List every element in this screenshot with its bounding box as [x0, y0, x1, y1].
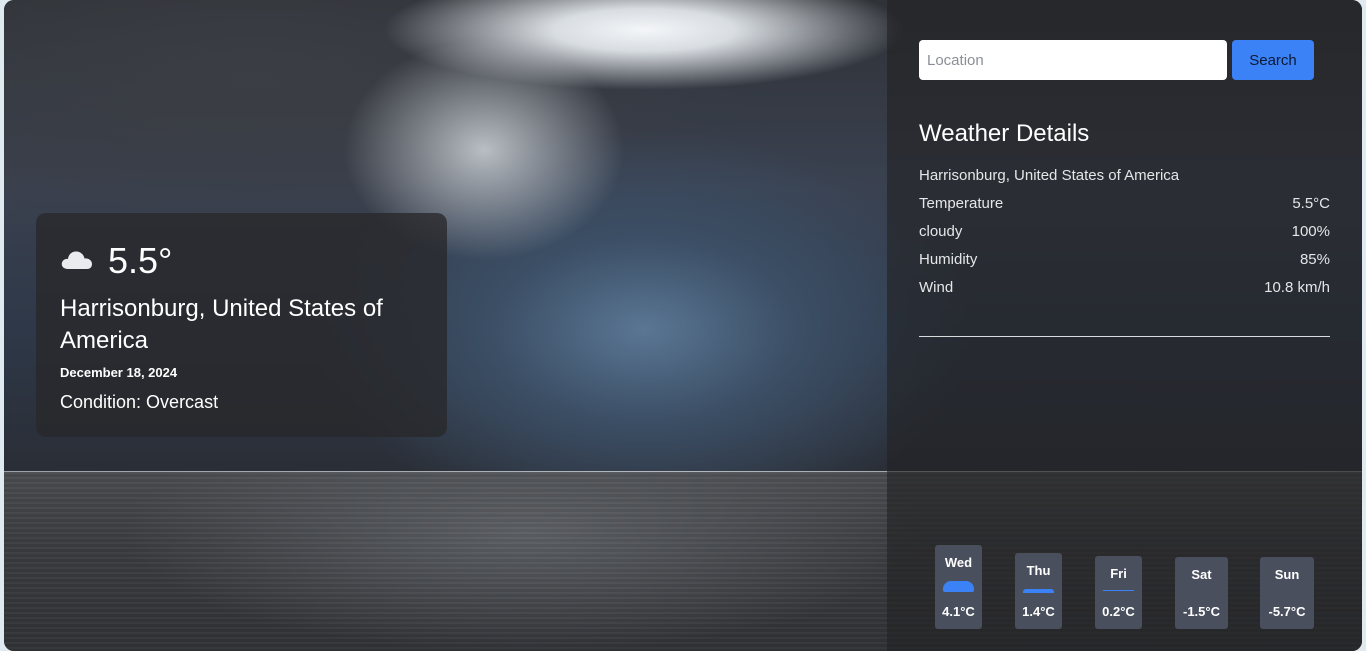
current-condition: Condition: Overcast [60, 392, 219, 412]
details-location: Harrisonburg, United States of America [919, 167, 1180, 184]
detail-label: Temperature [919, 195, 1004, 212]
details-panel: Search Weather Details Harrisonburg, Uni… [887, 0, 1362, 651]
detail-value: 85% [1299, 251, 1330, 268]
detail-row-wind: Wind 10.8 km/h [919, 279, 1330, 296]
forecast-card-sun[interactable]: Sun -5.7°C [1260, 557, 1314, 629]
current-temperature: 5.5° [108, 240, 173, 281]
detail-row-humidity: Humidity 85% [919, 251, 1330, 268]
forecast-temp-bar [1023, 589, 1054, 593]
forecast-temp: -5.7°C [1268, 604, 1306, 619]
detail-row-cloudy: cloudy 100% [919, 223, 1330, 240]
location-search-input[interactable] [919, 40, 1227, 80]
forecast-temp: 1.4°C [1022, 604, 1055, 619]
details-title: Weather Details [919, 120, 1090, 147]
detail-label: Humidity [919, 251, 978, 268]
forecast-temp: -1.5°C [1183, 604, 1220, 619]
forecast-day: Wed [944, 555, 973, 570]
current-date: December 18, 2024 [60, 365, 178, 380]
forecast-day: Sat [1191, 567, 1212, 582]
forecast-temp: 0.2°C [1102, 604, 1135, 619]
forecast-temp-bar [1103, 590, 1134, 591]
forecast-day: Thu [1026, 563, 1051, 578]
cloud-icon [61, 251, 92, 269]
current-weather-card: 5.5° Harrisonburg, United States of Amer… [36, 213, 447, 437]
forecast-card-thu[interactable]: Thu 1.4°C [1015, 553, 1062, 629]
forecast-day: Sun [1274, 567, 1300, 582]
forecast-card-wed[interactable]: Wed 4.1°C [935, 545, 982, 629]
forecast-temp-bar [943, 581, 974, 592]
search-bar: Search [919, 40, 1314, 80]
temperature-row: 5.5° [60, 237, 423, 285]
forecast-temp: 4.1°C [942, 604, 975, 619]
detail-label: Wind [919, 279, 954, 296]
detail-value: 100% [1291, 223, 1330, 240]
forecast-card-fri[interactable]: Fri 0.2°C [1095, 556, 1142, 629]
forecast-card-sat[interactable]: Sat -1.5°C [1175, 557, 1228, 629]
detail-value: 10.8 km/h [1264, 279, 1330, 296]
search-button[interactable]: Search [1232, 40, 1314, 80]
weather-app: 5.5° Harrisonburg, United States of Amer… [4, 0, 1362, 651]
detail-label: cloudy [919, 223, 963, 240]
details-divider [919, 336, 1330, 337]
current-location: Harrisonburg, United States of America [60, 295, 383, 354]
detail-value: 5.5°C [1292, 195, 1330, 212]
forecast-day: Fri [1110, 566, 1127, 581]
detail-row-temperature: Temperature 5.5°C [919, 195, 1330, 212]
